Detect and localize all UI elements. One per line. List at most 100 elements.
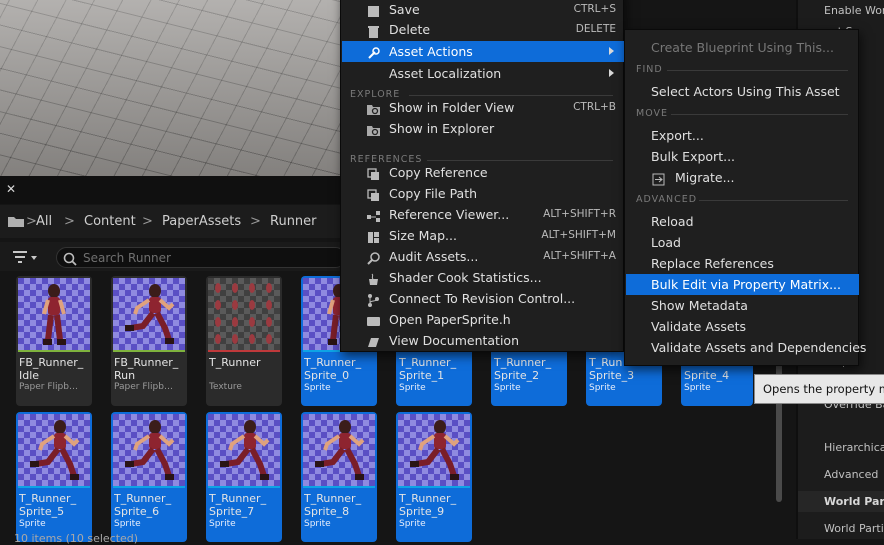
breadcrumb-item[interactable]: All	[36, 214, 52, 229]
copy-icon	[367, 187, 380, 201]
menu-section-divider	[427, 160, 613, 161]
breadcrumb-item[interactable]: PaperAssets	[162, 214, 241, 229]
cpp-file-icon	[367, 313, 380, 326]
asset-name-line-1: T_Runner_	[209, 492, 267, 505]
breadcrumb-separator-icon: >	[64, 214, 75, 229]
menu-item[interactable]: Validate Assets	[626, 316, 859, 337]
menu-item-shortcut: ALT+SHIFT+M	[541, 229, 616, 241]
menu-item-label: View Documentation	[389, 333, 519, 348]
menu-item[interactable]: Shader Cook Statistics...	[342, 267, 624, 288]
menu-item[interactable]: Select Actors Using This Asset	[626, 81, 859, 102]
asset-type-bar	[113, 350, 185, 352]
asset-type-label: Sprite	[304, 383, 331, 393]
menu-item[interactable]: Reference Viewer... ALT+SHIFT+R	[342, 204, 624, 225]
asset-tile[interactable]: T_Runner_ Sprite_6 Sprite	[111, 412, 187, 542]
menu-item[interactable]: Bulk Edit via Property Matrix...	[626, 274, 859, 295]
asset-tile[interactable]: T_Runner_ Sprite_8 Sprite	[301, 412, 377, 542]
folder-search-icon	[367, 101, 380, 115]
menu-item[interactable]: Bulk Export...	[626, 146, 859, 167]
tooltip: Opens the property matrix	[754, 374, 884, 404]
menu-item-label: Replace References	[651, 256, 774, 271]
asset-type-label: Sprite	[684, 383, 711, 393]
menu-item[interactable]: Export...	[626, 125, 859, 146]
asset-name-line-2: Idle	[19, 369, 40, 382]
menu-item[interactable]: Reload	[626, 211, 859, 232]
details-row[interactable]: World Partiti	[798, 491, 884, 512]
asset-tile[interactable]: T_Runner_ Sprite_7 Sprite	[206, 412, 282, 542]
menu-item-label: Validate Assets and Dependencies	[651, 340, 867, 355]
menu-item: Create Blueprint Using This...	[626, 37, 859, 58]
menu-item[interactable]: Asset Actions	[342, 41, 624, 62]
menu-item[interactable]: Size Map... ALT+SHIFT+M	[342, 225, 624, 246]
asset-tile[interactable]: FB_Runner_ Run Paper Flipb…	[111, 276, 187, 406]
search-input[interactable]	[56, 247, 346, 268]
close-icon[interactable]: ✕	[6, 182, 16, 196]
details-row[interactable]: Hierarchical	[798, 437, 884, 458]
level-viewport[interactable]	[0, 0, 340, 176]
menu-item[interactable]: Copy Reference	[342, 162, 624, 183]
asset-type-label: Sprite	[399, 383, 426, 393]
menu-item[interactable]: Show Metadata	[626, 295, 859, 316]
menu-item[interactable]: Open PaperSprite.h	[342, 309, 624, 330]
menu-item-label: Connect To Revision Control...	[389, 291, 576, 306]
menu-item-label: Delete	[389, 22, 431, 37]
menu-item-label: Select Actors Using This Asset	[651, 84, 840, 99]
asset-tile[interactable]: T_Runner_ Sprite_5 Sprite	[16, 412, 92, 542]
menu-item[interactable]: Delete DELETE	[342, 19, 624, 40]
menu-item[interactable]: Show in Folder View CTRL+B	[342, 97, 624, 118]
menu-item-label: Audit Assets...	[389, 249, 479, 264]
size-map-icon	[367, 229, 380, 243]
menu-section-divider	[671, 114, 848, 115]
menu-item-label: Save	[389, 2, 420, 17]
asset-thumbnail	[113, 278, 185, 350]
breadcrumb-item[interactable]: Runner	[270, 214, 317, 229]
asset-type-bar	[398, 486, 470, 488]
menu-section-header: FIND	[636, 64, 663, 75]
sprite-figure	[215, 283, 272, 344]
breadcrumb-separator-icon: >	[250, 214, 261, 229]
trash-icon	[367, 23, 380, 38]
menu-item[interactable]: Connect To Revision Control...	[342, 288, 624, 309]
breadcrumb-separator-icon: >	[142, 214, 153, 229]
asset-name-line-2: Sprite_4	[684, 369, 730, 382]
asset-name-line-1: T_Runner_	[399, 356, 457, 369]
menu-item-label: Export...	[651, 128, 704, 143]
sprite-figure	[42, 284, 66, 345]
menu-item[interactable]: Asset Localization	[342, 63, 624, 84]
menu-item-label: Create Blueprint Using This...	[651, 40, 834, 55]
menu-item[interactable]: Replace References	[626, 253, 859, 274]
menu-item[interactable]: Copy File Path	[342, 183, 624, 204]
asset-thumbnail	[18, 278, 90, 350]
menu-item[interactable]: Audit Assets... ALT+SHIFT+A	[342, 246, 624, 267]
asset-tile[interactable]: T_Runner_ Sprite_9 Sprite	[396, 412, 472, 542]
menu-item[interactable]: Show in Explorer	[342, 118, 624, 139]
search-icon	[63, 251, 77, 266]
breadcrumb-item[interactable]: Content	[84, 214, 136, 229]
asset-tile[interactable]: FB_Runner_ Idle Paper Flipb…	[16, 276, 92, 406]
menu-item[interactable]: View Documentation	[342, 330, 624, 351]
menu-item-label: Asset Localization	[389, 66, 502, 81]
asset-type-bar	[18, 486, 90, 488]
menu-item[interactable]: Validate Assets and Dependencies	[626, 337, 866, 358]
asset-type-label: Sprite	[114, 519, 141, 529]
menu-item[interactable]: Save CTRL+S	[342, 0, 624, 20]
menu-item-label: Load	[651, 235, 681, 250]
menu-section-divider	[699, 200, 848, 201]
asset-name-line-1: FB_Runner_	[114, 356, 179, 369]
menu-item[interactable]: Migrate...	[626, 167, 859, 188]
asset-type-label: Sprite	[304, 519, 331, 529]
menu-item[interactable]: Load	[626, 232, 859, 253]
details-row: World Partit	[824, 522, 884, 535]
asset-tile[interactable]: T_Runner Texture	[206, 276, 282, 406]
shader-icon	[367, 271, 380, 285]
wrench-icon	[367, 45, 380, 59]
filter-icon[interactable]	[12, 250, 38, 264]
details-row[interactable]: Advanced	[798, 464, 884, 485]
menu-item-shortcut: DELETE	[575, 23, 616, 35]
save-icon	[367, 3, 380, 17]
asset-name-line-2: Sprite_9	[399, 505, 445, 518]
asset-name-line-1: T_Runner_	[19, 492, 77, 505]
asset-type-bar	[113, 486, 185, 488]
asset-name-line-1: T_Runner_	[304, 492, 362, 505]
asset-name-line-2: Sprite_3	[589, 369, 635, 382]
